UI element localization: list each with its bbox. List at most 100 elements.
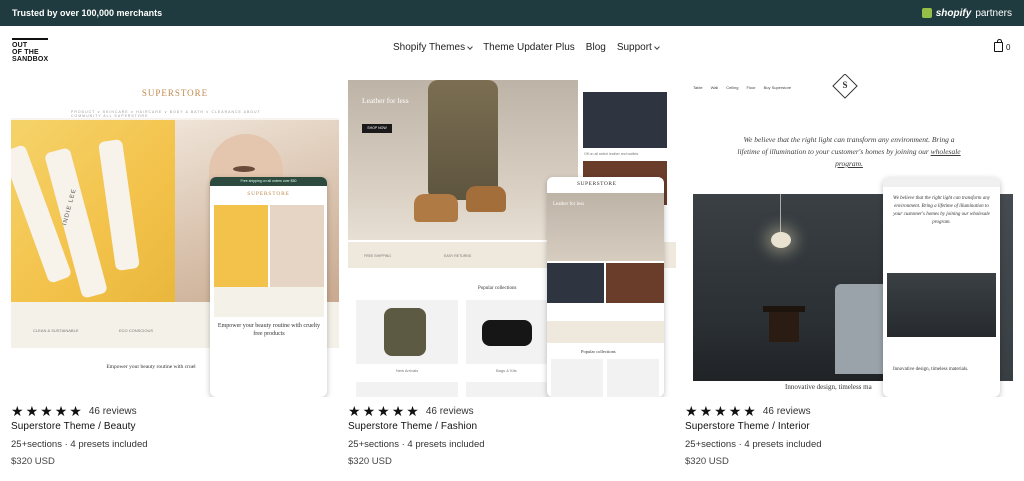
logo-line-2: OF THE (12, 48, 39, 56)
star-icon: ★ (685, 403, 698, 419)
strip-easy-returns: EASY RETURNS (444, 254, 472, 258)
shopping-bag-icon (994, 39, 1003, 52)
preview-headline: Empower your beauty routine with cruel (106, 364, 196, 370)
theme-preview-image[interactable]: Table Wall Ceiling Floor Buy Superstore … (685, 74, 1013, 397)
mobile-feature-strip (214, 287, 324, 317)
mobile-feature-strip (547, 321, 664, 343)
boot (414, 194, 458, 222)
theme-title[interactable]: Superstore Theme / Interior (685, 421, 1013, 432)
star-icon: ★ (743, 403, 756, 419)
review-count: 46 reviews (88, 405, 137, 417)
mobile-tile (551, 359, 603, 397)
brand-letter: S (842, 80, 848, 90)
theme-features: 25+sections · 4 presets included (685, 439, 822, 450)
logo-line-3: SANDBOX (12, 55, 49, 63)
mobile-hero-right (270, 205, 324, 287)
mobile-quote: We believe that the right light can tran… (892, 196, 991, 225)
out-of-the-sandbox-logo[interactable]: OUT OF THE SANDBOX (12, 38, 48, 63)
nav-support[interactable]: Support (616, 42, 660, 53)
shopify-wordmark: shopify (935, 7, 972, 19)
shopify-bag-icon (921, 8, 932, 18)
review-count: 46 reviews (762, 405, 811, 417)
preview-hero-title: Leather for less (362, 96, 409, 105)
theme-title[interactable]: Superstore Theme / Beauty (11, 421, 339, 432)
backpack (384, 308, 426, 356)
review-count: 46 reviews (425, 405, 474, 417)
preview-bottom-heading: Innovative design, timeless ma (785, 383, 872, 391)
preview-nav-item: Floor (746, 85, 756, 90)
mobile-tile (547, 263, 604, 303)
preview-nav-item: Buy Superstore (763, 85, 792, 90)
theme-title[interactable]: Superstore Theme / Fashion (348, 421, 676, 432)
nav-theme-updater-plus[interactable]: Theme Updater Plus (483, 42, 575, 53)
partners-text: partners (975, 7, 1012, 19)
model-legs (428, 80, 498, 200)
theme-card-fashion[interactable]: Leather for less SHOP NOW Off on all sel… (348, 74, 676, 467)
mobile-topbar-text: Free shipping on all orders over $50 (240, 179, 297, 183)
side-table-base (769, 312, 799, 342)
nav-label: Theme Updater Plus (483, 42, 575, 53)
main-nav: Shopify Themes Theme Updater Plus Blog S… (393, 42, 660, 53)
logo-bar (12, 38, 48, 40)
preview-shop-button-label: SHOP NOW (367, 126, 387, 130)
theme-price: $320 USD (348, 456, 392, 467)
nav-label: Support (616, 42, 652, 53)
pendant-lamp (771, 232, 791, 248)
preview-popular-title: Popular collections (478, 286, 517, 291)
star-icon: ★ (391, 403, 405, 419)
mobile-preview: We believe that the right light can tran… (883, 177, 1000, 397)
mobile-brand: SUPERSTORE (577, 181, 617, 187)
nav-label: Shopify Themes (393, 42, 466, 53)
star-icon: ★ (40, 403, 53, 419)
mobile-headline: Empower your beauty routine with cruelty… (217, 323, 321, 337)
preview-quote-text: We believe that the right light can tran… (737, 135, 955, 156)
star-icon: ★ (714, 403, 727, 419)
preview-collection-tile (466, 382, 548, 397)
theme-preview-image[interactable]: SUPERSTORE PRODUCT ∨ SKINCARE ∨ HAIRCARE… (11, 74, 339, 397)
nav-blog[interactable]: Blog (586, 42, 606, 53)
theme-preview-image[interactable]: Leather for less SHOP NOW Off on all sel… (348, 74, 676, 397)
rating: ★ ★ ★ ★ ★ 46 reviews (348, 404, 676, 418)
logo-line-1: OUT (12, 41, 28, 49)
badge-eco: ECO CONSCIOUS (119, 328, 154, 333)
badge-clean: CLEAN & SUSTAINABLE (33, 328, 79, 333)
preview-collection-label: Bags & Kits (496, 368, 517, 373)
preview-collection-tile (356, 300, 458, 364)
star-icon: ★ (11, 403, 24, 419)
mobile-preview: SUPERSTORE Leather for less Popular coll… (547, 177, 664, 397)
boot (466, 186, 506, 212)
theme-card-beauty[interactable]: SUPERSTORE PRODUCT ∨ SKINCARE ∨ HAIRCARE… (11, 74, 339, 467)
star-icon: ★ (69, 403, 82, 419)
nav-shopify-themes[interactable]: Shopify Themes (393, 42, 473, 53)
mobile-topbar (883, 177, 1000, 187)
mobile-tile (606, 263, 664, 303)
model-eye (233, 166, 255, 172)
star-icon: ★ (348, 403, 361, 419)
mobile-room-image (887, 273, 996, 337)
shopify-partners-badge[interactable]: shopify partners (921, 7, 1012, 19)
mobile-hero-left (214, 205, 268, 287)
lamp-cord (780, 194, 781, 234)
theme-features: 25+sections · 4 presets included (11, 439, 148, 450)
star-icon: ★ (728, 403, 742, 419)
preview-side-caption: Off on all select leather and wallets (584, 152, 639, 156)
preview-nav: PRODUCT ∨ SKINCARE ∨ HAIRCARE ∨ BODY & B… (71, 110, 261, 118)
cart-count: 0 (1006, 42, 1011, 52)
mobile-bottom-heading: Innovative design, timeless materials. (893, 367, 969, 372)
cart-button[interactable]: 0 (994, 39, 1011, 52)
preview-quote: We believe that the right light can tran… (733, 134, 965, 170)
star-icon: ★ (25, 403, 39, 419)
star-icon: ★ (362, 403, 376, 419)
rating: ★ ★ ★ ★ ★ 46 reviews (685, 404, 1013, 418)
preview-nav: Table Wall Ceiling Floor Buy Superstore (693, 85, 791, 90)
theme-card-interior[interactable]: Table Wall Ceiling Floor Buy Superstore … (685, 74, 1013, 467)
preview-nav-item: Ceiling (726, 85, 739, 90)
site-header: OUT OF THE SANDBOX Shopify Themes Theme … (0, 26, 1024, 74)
preview-shop-button: SHOP NOW (362, 124, 392, 133)
star-icon: ★ (406, 403, 419, 419)
rating: ★ ★ ★ ★ ★ 46 reviews (11, 404, 339, 418)
chevron-down-icon (654, 43, 660, 50)
mobile-tile (607, 359, 659, 397)
mobile-hero-title: Leather for less (553, 202, 585, 207)
mobile-brand: SUPERSTORE (247, 191, 290, 197)
